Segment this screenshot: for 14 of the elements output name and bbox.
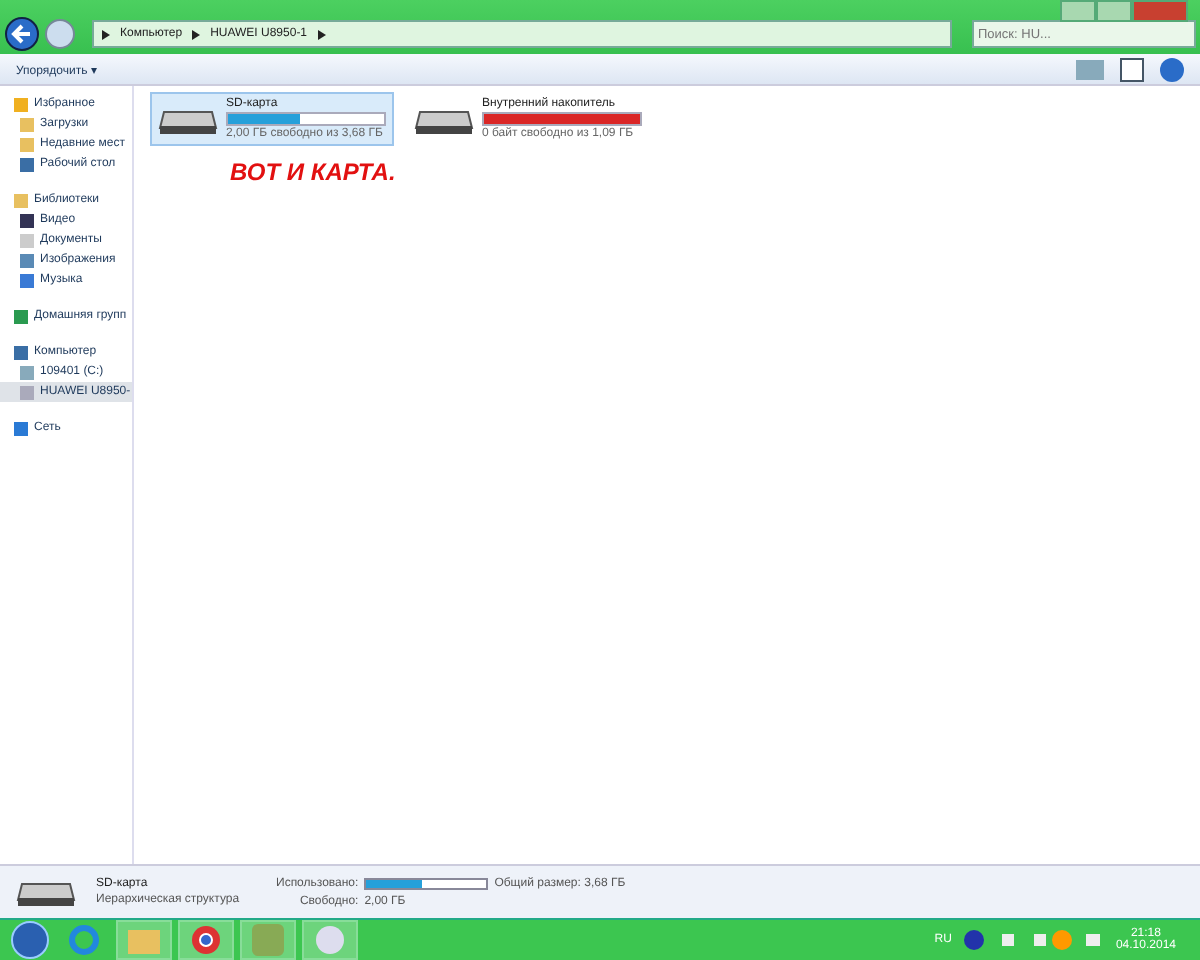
sidebar-group-icon (14, 421, 28, 435)
chevron-icon[interactable] (192, 29, 201, 39)
chrome-taskbar-icon[interactable] (178, 920, 234, 960)
chevron-icon[interactable] (102, 29, 110, 39)
sidebar-group-icon (14, 309, 28, 323)
tray-icons-drawing[interactable] (961, 928, 1102, 952)
sidebar-group-icon (14, 193, 28, 207)
preview-pane-icon[interactable] (1120, 57, 1144, 81)
back-button[interactable] (4, 16, 40, 52)
sidebar-group-icon (14, 97, 28, 111)
start-button[interactable] (8, 920, 52, 960)
chevron-icon[interactable] (317, 29, 326, 39)
sidebar-group-icon (14, 345, 28, 359)
annotation-text: ВОТ И КАРТА. (230, 158, 398, 186)
